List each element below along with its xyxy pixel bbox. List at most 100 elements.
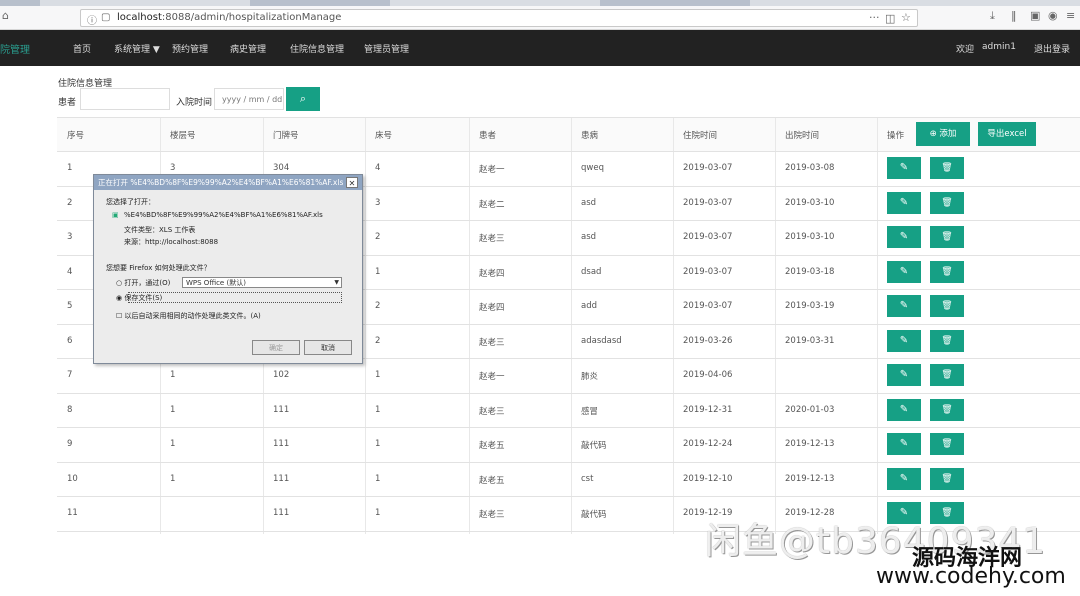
table-cell: 赵老五 [479, 475, 505, 486]
column-header: 出院时间 [785, 131, 820, 141]
table-cell: 4 [67, 266, 73, 277]
edit-icon[interactable]: ✎ [887, 398, 921, 421]
table-cell: 2 [375, 232, 381, 242]
table-cell: 2019-03-08 [785, 163, 835, 173]
table-cell: 1 [375, 266, 381, 277]
table-cell: 1 [375, 404, 381, 415]
account-icon[interactable]: ◉ [1048, 9, 1058, 22]
info-icon[interactable]: ⓘ [87, 12, 97, 27]
edit-icon[interactable]: ✎ [887, 157, 921, 179]
edit-icon[interactable]: ✎ [887, 433, 921, 455]
table-cell: 赵老四 [479, 303, 505, 313]
delete-icon[interactable]: 🗑 [930, 157, 964, 179]
cancel-button[interactable]: 取消 [304, 340, 352, 355]
sidebar-icon[interactable]: ▣ [1030, 9, 1040, 22]
add-icon: ⊕ [929, 129, 940, 139]
address-bar[interactable]: ⓘ ▢ localhost:8088/admin/hospitalization… [80, 9, 918, 27]
dialog-intro: 您选择了打开： [106, 198, 155, 206]
edit-icon[interactable]: ✎ [887, 467, 921, 490]
home-icon[interactable]: ⌂ [2, 9, 9, 22]
column-divider [775, 117, 776, 534]
brand-title[interactable]: 院管理 [0, 41, 30, 56]
column-header: 患者 [479, 131, 497, 141]
table-cell: 2019-12-13 [785, 473, 835, 484]
bookmark-star-icon[interactable]: ☆ [901, 11, 911, 24]
patient-input[interactable] [80, 88, 170, 110]
remember-checkbox[interactable]: ☐ 以后自动采用相同的动作处理此类文件。(A) [116, 311, 261, 321]
delete-icon[interactable]: 🗑 [930, 364, 964, 386]
save-file-radio[interactable]: ◉ 保存文件(S) [116, 293, 162, 303]
table-cell: asd [581, 197, 597, 208]
nav-item-system[interactable]: 系统管理 ▼ [114, 42, 160, 55]
nav-item-hospitalization[interactable]: 住院信息管理 [290, 42, 344, 55]
column-divider [571, 117, 572, 534]
table-cell: 敲代码 [581, 510, 607, 520]
logout-link[interactable]: 退出登录 [1034, 42, 1070, 55]
row-divider [57, 117, 1080, 118]
table-cell: 2019-03-07 [683, 163, 733, 173]
edit-icon[interactable]: ✎ [887, 260, 921, 283]
export-excel-button[interactable]: 导出excel [978, 122, 1036, 146]
dialog-question: 您想要 Firefox 如何处理此文件？ [106, 264, 211, 272]
table-cell: 2019-03-26 [683, 335, 733, 346]
table-cell: 11 [67, 508, 78, 518]
table-cell: 111 [273, 439, 290, 449]
chevron-down-icon: ▼ [334, 279, 339, 286]
row-divider [57, 461, 1080, 463]
edit-icon[interactable]: ✎ [887, 295, 921, 317]
edit-icon[interactable]: ✎ [887, 226, 921, 248]
table-cell: 111 [273, 508, 290, 518]
table-cell: 1 [170, 370, 176, 380]
table-cell: 1 [375, 508, 381, 518]
table-cell: 2019-03-10 [785, 197, 835, 208]
add-button[interactable]: ⊕ 添加 [916, 122, 970, 146]
table-cell: 1 [170, 404, 176, 415]
patient-label: 患者 [58, 98, 77, 108]
close-icon[interactable]: ✕ [346, 177, 358, 188]
table-cell: 2019-03-19 [785, 301, 835, 311]
table-cell: 2019-03-31 [785, 335, 835, 346]
dialog-source: 来源：http://localhost:8088 [124, 238, 219, 246]
table-cell: add [581, 301, 597, 311]
column-header: 床号 [375, 131, 393, 141]
nav-item-home[interactable]: 首页 [73, 42, 91, 55]
table-cell: 2019-04-06 [683, 370, 733, 380]
edit-icon[interactable]: ✎ [887, 364, 921, 386]
table-cell: 8 [67, 404, 73, 415]
delete-icon[interactable]: 🗑 [930, 260, 964, 283]
download-icon[interactable]: ⤓ [990, 9, 995, 23]
delete-icon[interactable]: 🗑 [930, 398, 964, 421]
library-icon[interactable]: ‖ [1011, 9, 1017, 22]
dialog-filename: %E4%BD%8F%E9%99%A2%E4%BF%A1%E6%81%AF.xls [124, 211, 323, 219]
table-cell: 9 [67, 439, 73, 449]
delete-icon[interactable]: 🗑 [930, 467, 964, 490]
delete-icon[interactable]: 🗑 [930, 295, 964, 317]
table-cell: 5 [67, 301, 73, 311]
ok-button[interactable]: 确定 [252, 340, 300, 355]
edit-icon[interactable]: ✎ [887, 329, 921, 352]
welcome-text: 欢迎 [956, 45, 975, 55]
page-actions-icon[interactable]: ··· [869, 11, 880, 24]
table-cell: adasdasd [581, 335, 622, 346]
table-cell: 赵老一 [479, 165, 505, 175]
delete-icon[interactable]: 🗑 [930, 226, 964, 248]
delete-icon[interactable]: 🗑 [930, 433, 964, 455]
delete-icon[interactable]: 🗑 [930, 191, 964, 214]
table-cell: 1 [170, 439, 176, 449]
table-cell: 10 [67, 473, 78, 484]
open-with-select[interactable]: WPS Office (默认) ▼ [182, 277, 342, 288]
nav-item-admins[interactable]: 管理员管理 [364, 42, 409, 55]
checkbox-icon: ☐ [116, 312, 125, 320]
nav-item-appointments[interactable]: 预约管理 [172, 42, 208, 55]
nav-item-history[interactable]: 病史管理 [230, 42, 266, 55]
file-open-dialog: 正在打开 %E4%BD%8F%E9%99%A2%E4%BF%A1%E6%81%A… [93, 174, 363, 364]
menu-icon[interactable]: ≡ [1066, 9, 1075, 22]
open-with-radio[interactable]: ○ 打开，通过(O) [116, 278, 170, 288]
search-button[interactable]: ⌕ [286, 87, 320, 111]
pocket-icon[interactable]: ◫ [885, 12, 895, 25]
admission-date-input[interactable]: yyyy / mm / dd [214, 88, 284, 110]
column-header: 门牌号 [273, 131, 299, 141]
edit-icon[interactable]: ✎ [887, 191, 921, 214]
column-header: 住院时间 [683, 131, 718, 141]
delete-icon[interactable]: 🗑 [930, 329, 964, 352]
